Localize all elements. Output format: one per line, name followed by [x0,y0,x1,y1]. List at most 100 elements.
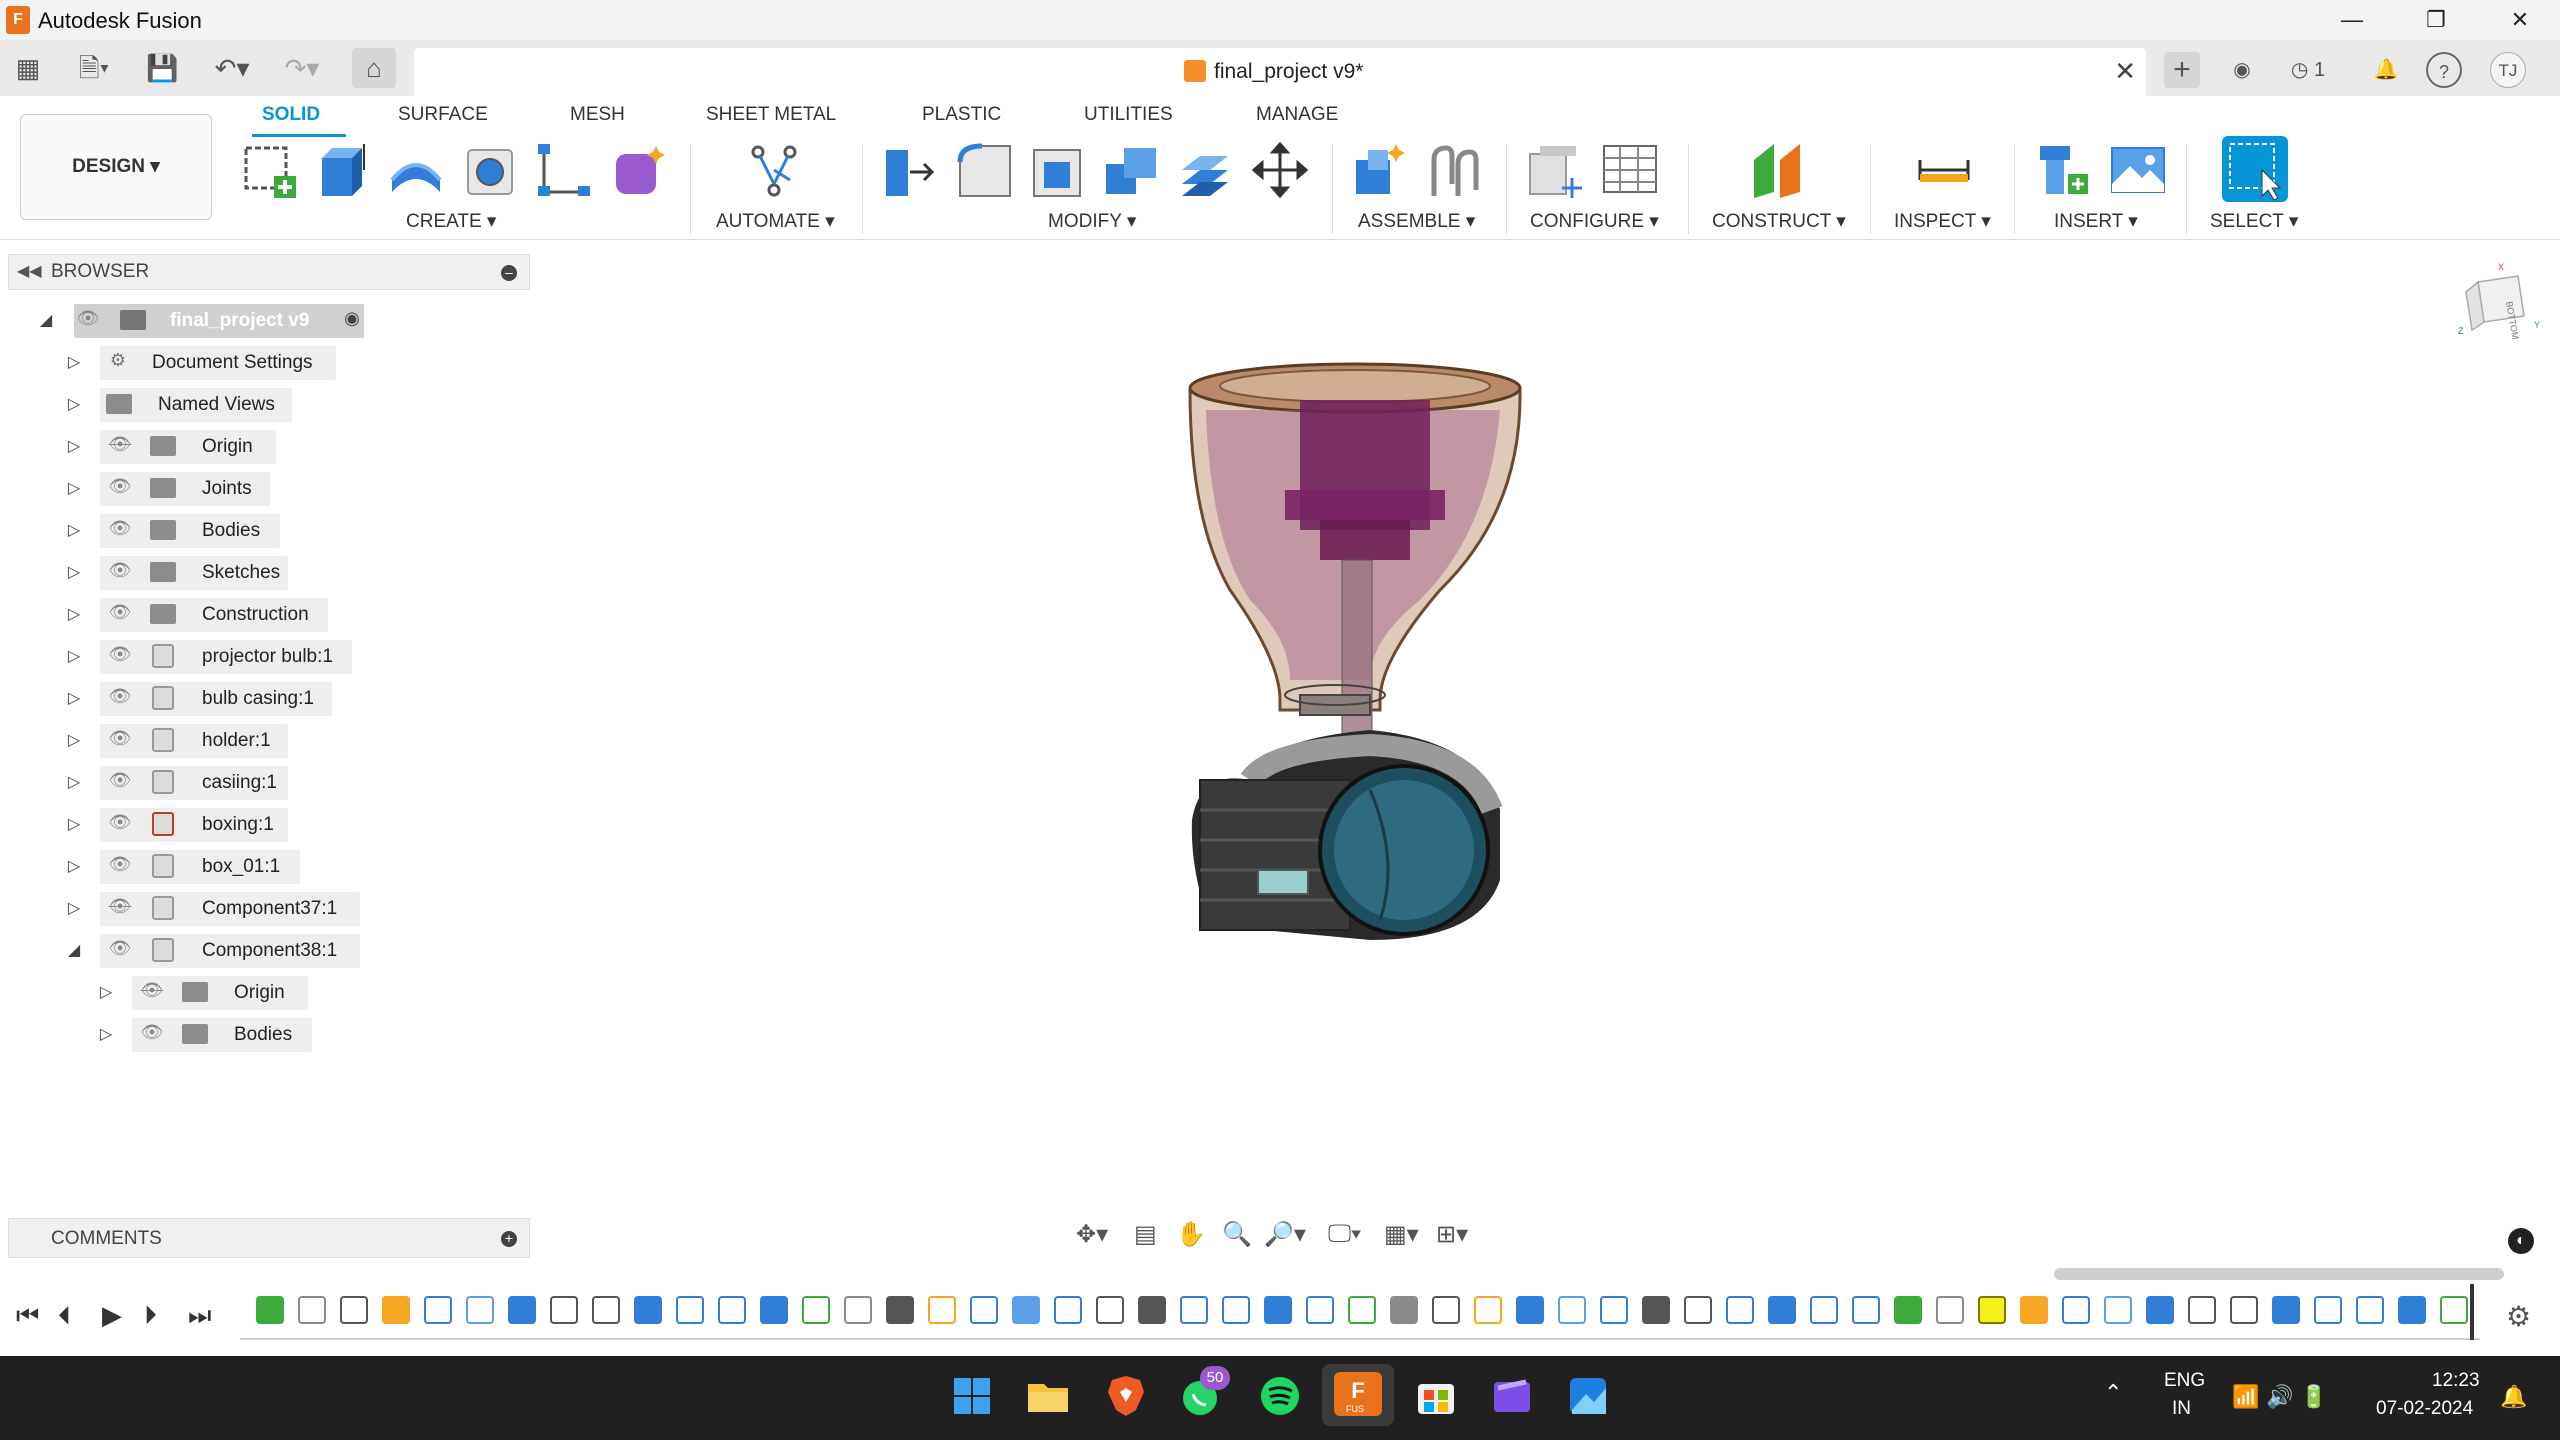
collapsed-triangle-icon[interactable]: ▷ [96,1024,116,1044]
save-icon[interactable]: 💾 [146,52,178,84]
browser-item-component37[interactable]: ▷ 👁 Component37:1 [60,892,360,926]
workspace-switcher[interactable]: DESIGN ▾ [20,114,212,220]
comments-panel[interactable]: COMMENTS + [8,1218,530,1258]
look-at-icon[interactable]: ▤ [1134,1220,1157,1249]
inspect-group-label[interactable]: INSPECT ▾ [1894,210,1991,233]
collapsed-triangle-icon[interactable]: ▷ [64,436,84,456]
timeline-feature-icon[interactable] [1222,1296,1250,1324]
wifi-icon[interactable]: 📶 [2232,1384,2259,1410]
grid-settings-icon[interactable]: ▦▾ [1384,1220,1419,1249]
timeline-feature-icon[interactable] [2230,1296,2258,1324]
pan-icon[interactable]: ✋ [1176,1220,1206,1249]
timeline-feature-icon[interactable] [1180,1296,1208,1324]
file-menu-icon[interactable]: 🗎▾ [68,52,120,84]
insert-mcmaster-icon[interactable] [2034,140,2094,200]
eye-icon[interactable]: 👁 [106,644,134,665]
collapsed-triangle-icon[interactable]: ▷ [64,646,84,666]
pattern-icon[interactable] [534,140,594,200]
timeline-feature-icon[interactable] [1558,1296,1586,1324]
app-grid-icon[interactable]: ▦ [12,52,44,84]
timeline-feature-icon[interactable] [1642,1296,1670,1324]
marking-menu-icon[interactable]: ◐ [2508,1228,2534,1254]
collapsed-triangle-icon[interactable]: ▷ [64,352,84,372]
timeline-feature-icon[interactable] [2146,1296,2174,1324]
select-icon[interactable] [2222,136,2288,202]
collapsed-triangle-icon[interactable]: ▷ [64,856,84,876]
timeline-feature-icon[interactable] [1894,1296,1922,1324]
maximize-button[interactable]: ❐ [2406,4,2466,36]
extrude-icon[interactable] [312,140,372,200]
joint-icon[interactable] [1424,140,1484,200]
modify-group-label[interactable]: MODIFY ▾ [1048,210,1136,233]
browser-item-origin[interactable]: ▷ 👁 Origin [60,430,320,464]
timeline-settings-icon[interactable]: ⚙ [2506,1300,2531,1333]
revolve-icon[interactable] [386,140,446,200]
timeline-feature-icon[interactable] [1600,1296,1628,1324]
collapsed-triangle-icon[interactable]: ▷ [96,982,116,1002]
timeline-feature-icon[interactable] [1516,1296,1544,1324]
job-status-icon[interactable]: ◷ 1 [2280,52,2336,88]
timeline-feature-icon[interactable] [970,1296,998,1324]
browser-item-bodies[interactable]: ▷ 👁 Bodies [60,514,320,548]
timeline-feature-icon[interactable] [2314,1296,2342,1324]
collapsed-triangle-icon[interactable]: ▷ [64,394,84,414]
collapsed-triangle-icon[interactable]: ▷ [64,814,84,834]
notifications-icon[interactable]: 🔔 [2368,52,2404,88]
browser-item-construction[interactable]: ▷ 👁 Construction [60,598,340,632]
clock-date[interactable]: 07-02-2024 [2376,1398,2473,1420]
timeline-feature-icon[interactable] [1012,1296,1040,1324]
timeline-feature-icon[interactable] [1054,1296,1082,1324]
select-group-label[interactable]: SELECT ▾ [2210,210,2298,233]
timeline-feature-icon[interactable] [1306,1296,1334,1324]
tab-manage[interactable]: MANAGE [1256,104,1338,126]
timeline-feature-icon[interactable] [1138,1296,1166,1324]
eye-icon[interactable]: 👁 [106,770,134,791]
collapsed-triangle-icon[interactable]: ▷ [64,772,84,792]
browser-item-component38[interactable]: ◢ 👁 Component38:1 [60,934,360,968]
configure-group-label[interactable]: CONFIGURE ▾ [1530,210,1659,233]
browser-item-document-settings[interactable]: ▷ ⚙ Document Settings [60,346,340,380]
timeline-feature-icon[interactable] [340,1296,368,1324]
timeline-feature-icon[interactable] [466,1296,494,1324]
language-top[interactable]: ENG [2164,1370,2205,1392]
timeline-feature-icon[interactable] [298,1296,326,1324]
offset-face-icon[interactable] [1176,140,1236,200]
close-tab-icon[interactable]: ✕ [2114,56,2136,87]
hole-icon[interactable] [460,140,520,200]
move-copy-icon[interactable] [1250,140,1310,200]
browser-minimize-button[interactable]: – [501,265,517,281]
tab-sheet-metal[interactable]: SHEET METAL [706,104,836,126]
eye-hidden-icon[interactable]: 👁 [106,896,134,917]
create-group-label[interactable]: CREATE ▾ [406,210,496,233]
browser-item-joints[interactable]: ▷ 👁 Joints [60,472,320,506]
browser-subitem-bodies[interactable]: ▷ 👁 Bodies [92,1018,352,1052]
timeline-feature-icon[interactable] [2398,1296,2426,1324]
browser-item-casiing[interactable]: ▷ 👁 casiing:1 [60,766,320,800]
timeline-feature-icon[interactable] [1852,1296,1880,1324]
construct-group-label[interactable]: CONSTRUCT ▾ [1712,210,1846,233]
assemble-group-label[interactable]: ASSEMBLE ▾ [1358,210,1475,233]
step-back-icon[interactable]: ⏴ [58,1300,71,1332]
browser-item-boxing[interactable]: ▷ 👁 boxing:1 [60,808,320,842]
measure-icon[interactable] [1914,140,1974,200]
shell-icon[interactable] [1028,140,1088,200]
eye-icon[interactable]: 👁 [106,728,134,749]
eye-icon[interactable]: 👁 [106,476,134,497]
eye-icon[interactable]: 👁 [106,518,134,539]
offset-plane-icon[interactable] [1750,140,1810,200]
activate-radio-icon[interactable]: ◉ [338,308,366,329]
eye-icon[interactable]: 👁 [74,308,102,329]
insert-canvas-icon[interactable] [2108,140,2168,200]
timeline-feature-icon[interactable] [802,1296,830,1324]
collapsed-triangle-icon[interactable]: ▷ [64,898,84,918]
browser-item-holder[interactable]: ▷ 👁 holder:1 [60,724,320,758]
expanded-triangle-icon[interactable]: ◢ [64,940,84,960]
extensions-icon[interactable]: ◉ [2224,52,2260,88]
new-tab-icon[interactable]: + [2164,52,2200,88]
expanded-triangle-icon[interactable]: ◢ [36,310,56,330]
timeline-feature-icon[interactable] [424,1296,452,1324]
timeline-feature-icon[interactable] [718,1296,746,1324]
eye-icon[interactable]: 👁 [138,1022,166,1043]
automate-group-label[interactable]: AUTOMATE ▾ [716,210,835,233]
home-icon[interactable]: ⌂ [352,48,396,88]
